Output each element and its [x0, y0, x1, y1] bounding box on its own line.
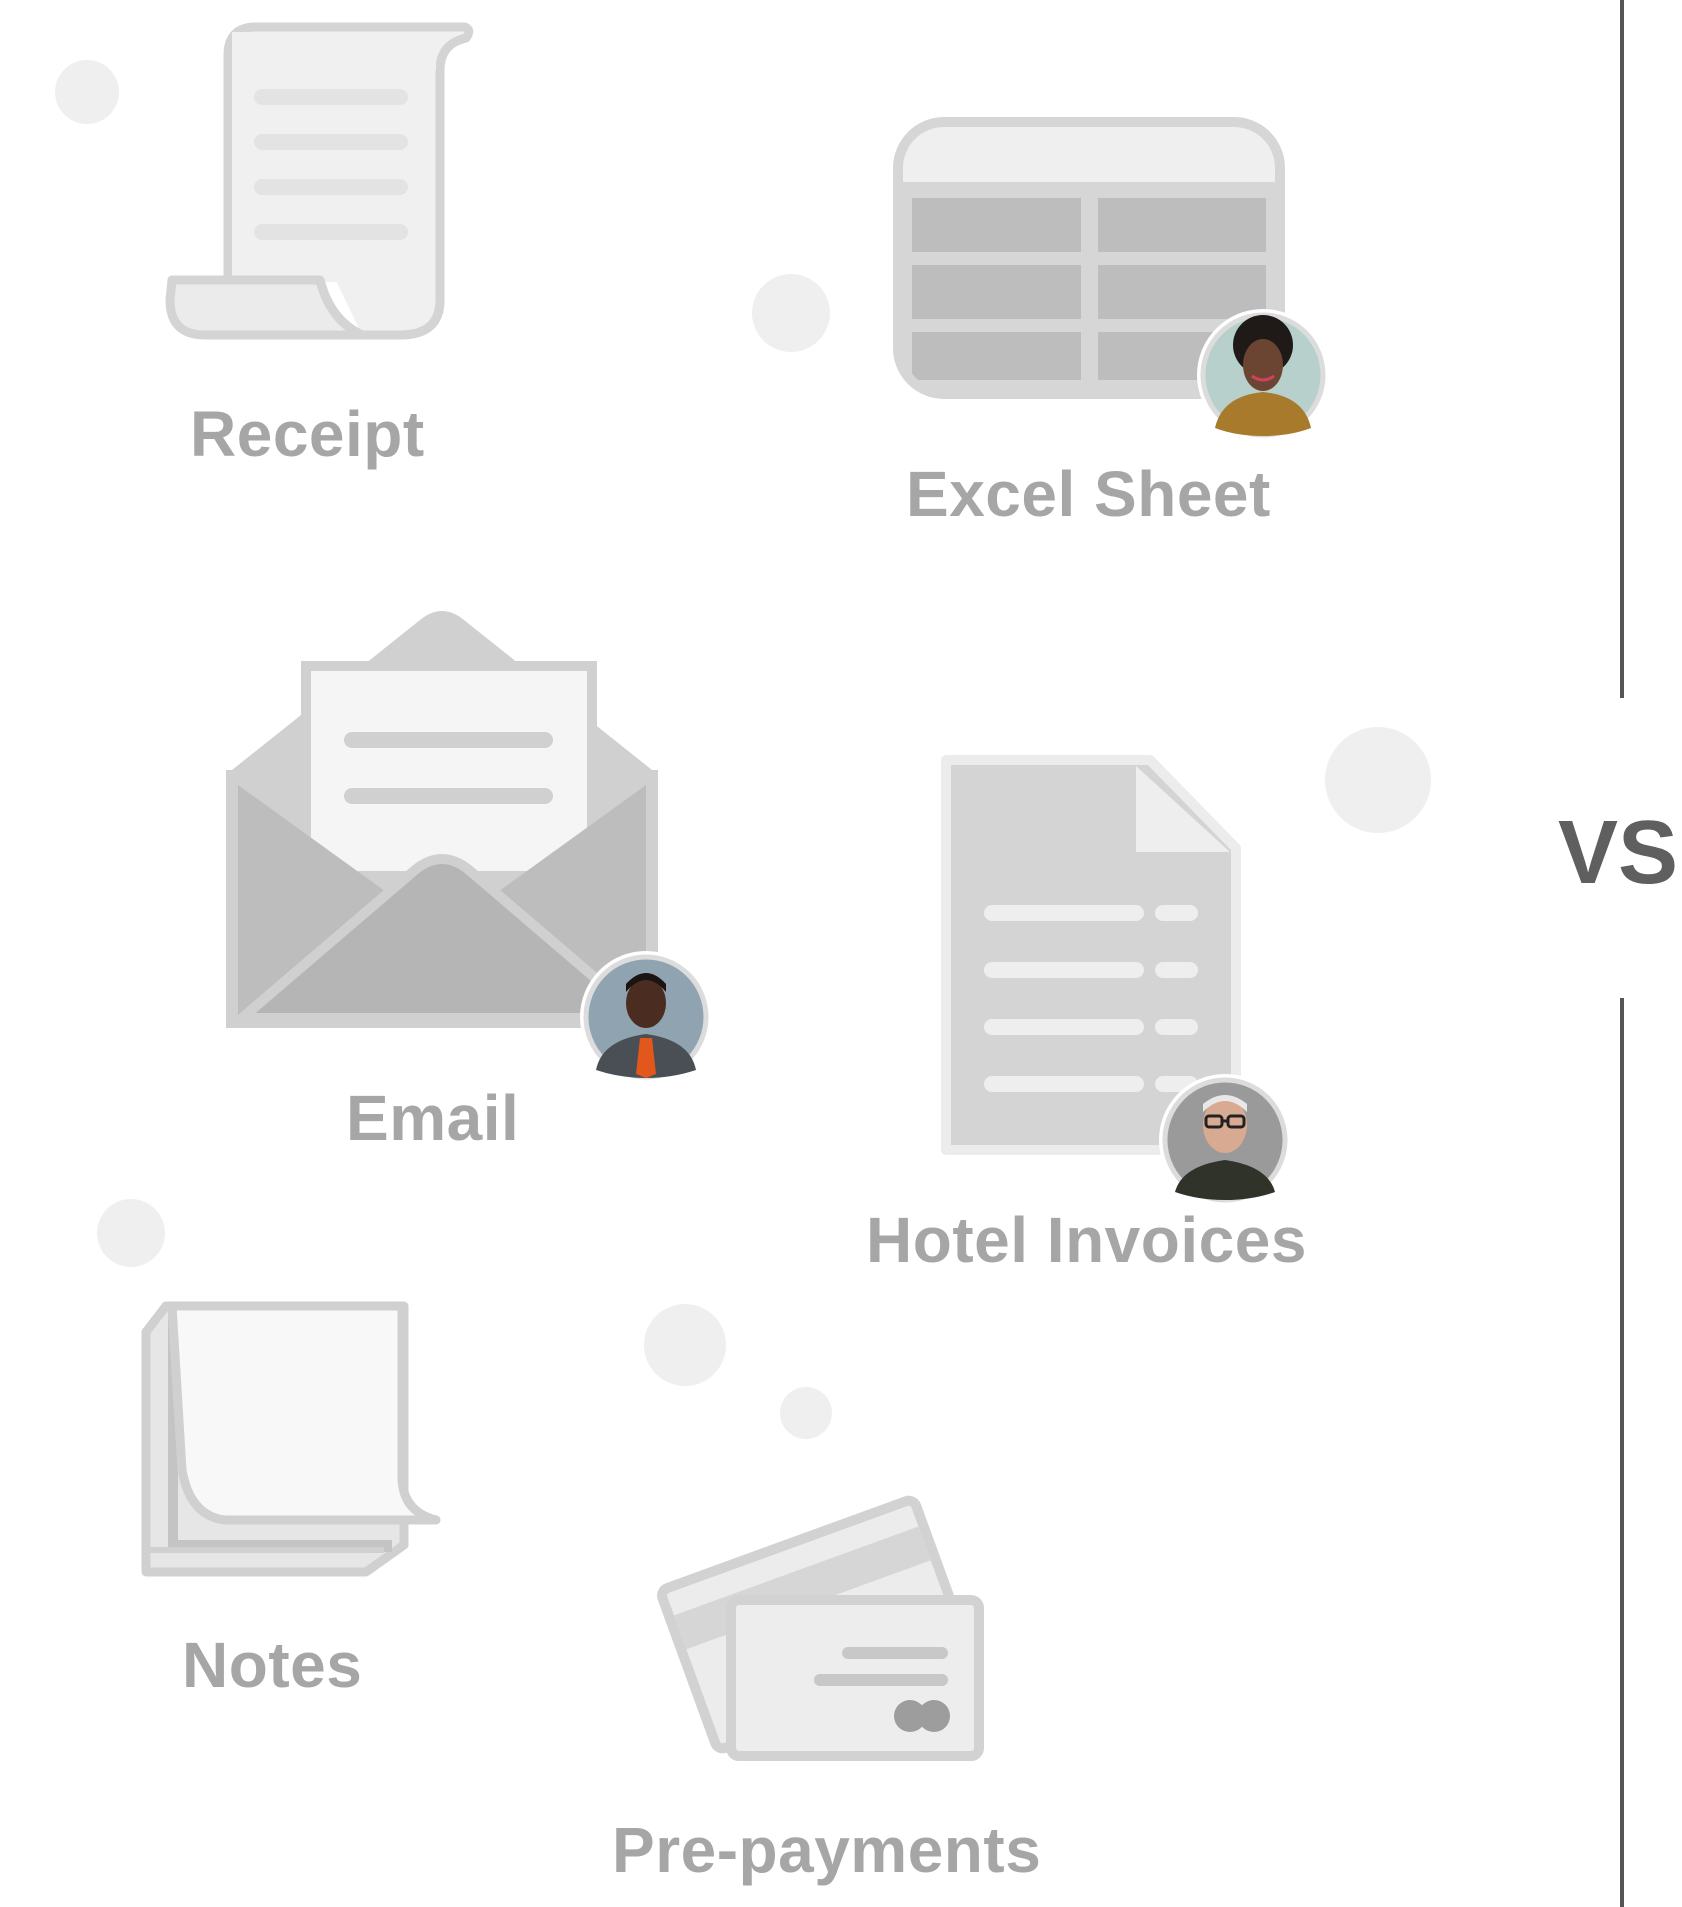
avatar-man-tie	[580, 951, 712, 1083]
receipt-icon	[165, 22, 474, 340]
label-email: Email	[346, 1082, 520, 1154]
bubble	[780, 1387, 832, 1439]
illustration-svg	[55, 0, 1624, 1907]
label-receipt: Receipt	[190, 398, 425, 470]
label-hotel-invoices: Hotel Invoices	[866, 1204, 1307, 1276]
label-notes: Notes	[182, 1629, 363, 1701]
avatar-woman	[1197, 309, 1329, 441]
vs-label: VS	[1558, 803, 1679, 903]
avatar-man-glasses	[1159, 1074, 1291, 1206]
sticky-notes-icon	[141, 1301, 441, 1577]
bubble	[97, 1199, 165, 1267]
bubble	[644, 1304, 726, 1386]
bubble	[752, 274, 830, 352]
envelope-icon	[226, 611, 658, 1028]
bubble	[55, 60, 119, 124]
comparison-illustration: Receipt Excel Sheet Email Hotel Invoices…	[0, 0, 1682, 1907]
bubble	[1325, 727, 1431, 833]
label-pre-payments: Pre-payments	[612, 1814, 1042, 1886]
credit-cards-icon	[657, 1495, 984, 1761]
label-excel-sheet: Excel Sheet	[906, 458, 1271, 530]
